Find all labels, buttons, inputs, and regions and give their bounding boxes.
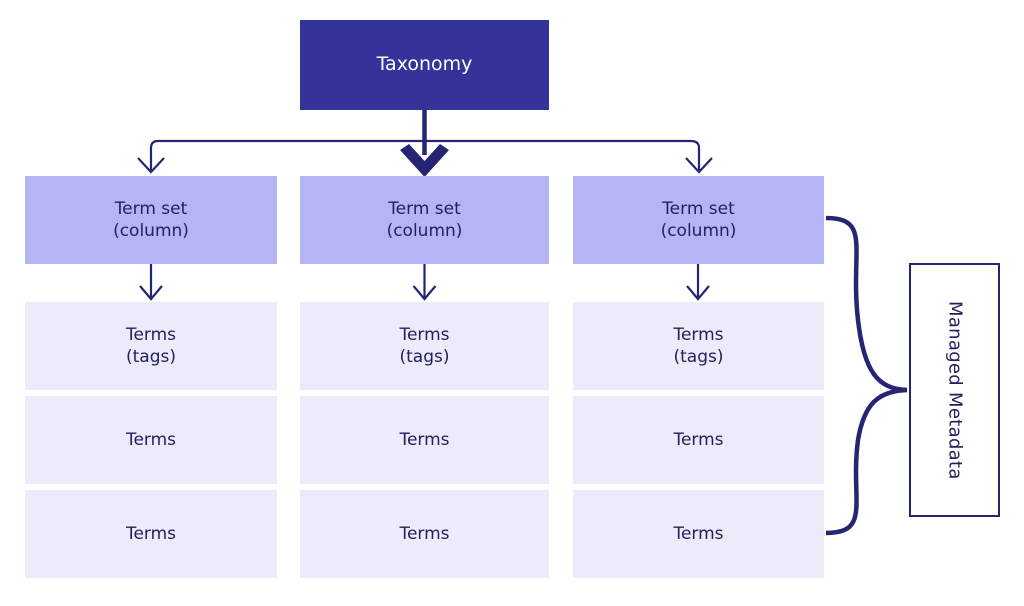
arrowhead-column-3 [685, 157, 713, 174]
terms-label-column-2-row-1: Terms (tags) [399, 324, 449, 369]
terms-label-column-3-row-2: Terms [673, 429, 724, 450]
terms-label-line2: (tags) [673, 347, 724, 367]
managed-metadata-label: Managed Metadata [944, 300, 966, 480]
termset-node-column-2[interactable]: Term set (column) [300, 176, 549, 264]
terms-node-column-2-row-1[interactable]: Terms (tags) [300, 302, 549, 390]
terms-label-column-1-row-2: Terms [125, 429, 177, 450]
terms-node-column-3-row-2[interactable]: Terms [573, 396, 824, 484]
termset-label-line2: (column) [660, 221, 737, 241]
terms-label-column-2-row-3: Terms [399, 523, 450, 544]
horizontal-bus-line [149, 139, 701, 170]
terms-label-line1: Terms [399, 324, 450, 345]
terms-label-line1: Terms [673, 324, 724, 345]
terms-label-line1: Terms [125, 324, 177, 345]
termset-label-line1: Term set [662, 198, 735, 219]
managed-metadata-brace-upper [825, 215, 908, 393]
terms-label-column-2-row-2: Terms [399, 429, 450, 450]
termset-label-line2: (column) [113, 221, 189, 241]
termset-label-line1: Term set [388, 198, 461, 219]
terms-node-column-1-row-2[interactable]: Terms [25, 396, 277, 484]
termset-node-column-3[interactable]: Term set (column) [573, 176, 824, 264]
termset-node-column-1[interactable]: Term set (column) [25, 176, 277, 264]
terms-node-column-2-row-3[interactable]: Terms [300, 490, 549, 578]
terms-label-line2: (tags) [126, 347, 176, 367]
termset-label-line1: Term set [114, 198, 188, 219]
termset-label-line2: (column) [386, 221, 463, 241]
diagram-canvas: Taxonomy Term set (column) Terms (tags) … [0, 0, 1024, 606]
terms-label-column-1-row-3: Terms [125, 523, 177, 544]
termset-to-terms-arrowhead-2 [412, 285, 437, 301]
termset-label-column-1: Term set (column) [113, 198, 189, 243]
terms-node-column-1-row-3[interactable]: Terms [25, 490, 277, 578]
terms-label-column-1-row-1: Terms (tags) [126, 324, 176, 369]
taxonomy-node[interactable]: Taxonomy [300, 20, 549, 110]
terms-label-line2: (tags) [399, 347, 450, 367]
managed-metadata-node[interactable]: Managed Metadata [909, 263, 1000, 517]
termset-label-column-2: Term set (column) [387, 198, 463, 243]
termset-label-column-3: Term set (column) [661, 198, 737, 243]
terms-label-column-3-row-1: Terms (tags) [673, 324, 723, 369]
terms-node-column-1-row-1[interactable]: Terms (tags) [25, 302, 277, 390]
termset-to-terms-arrowhead-1 [139, 285, 163, 301]
terms-label-column-3-row-3: Terms [673, 523, 724, 544]
arrowhead-column-2 [400, 144, 449, 177]
termset-to-terms-arrowhead-3 [686, 285, 710, 301]
terms-node-column-3-row-1[interactable]: Terms (tags) [573, 302, 824, 390]
taxonomy-label: Taxonomy [376, 53, 473, 76]
terms-node-column-2-row-2[interactable]: Terms [300, 396, 549, 484]
terms-node-column-3-row-3[interactable]: Terms [573, 490, 824, 578]
arrowhead-column-1 [137, 157, 165, 174]
managed-metadata-brace-lower [825, 387, 908, 536]
